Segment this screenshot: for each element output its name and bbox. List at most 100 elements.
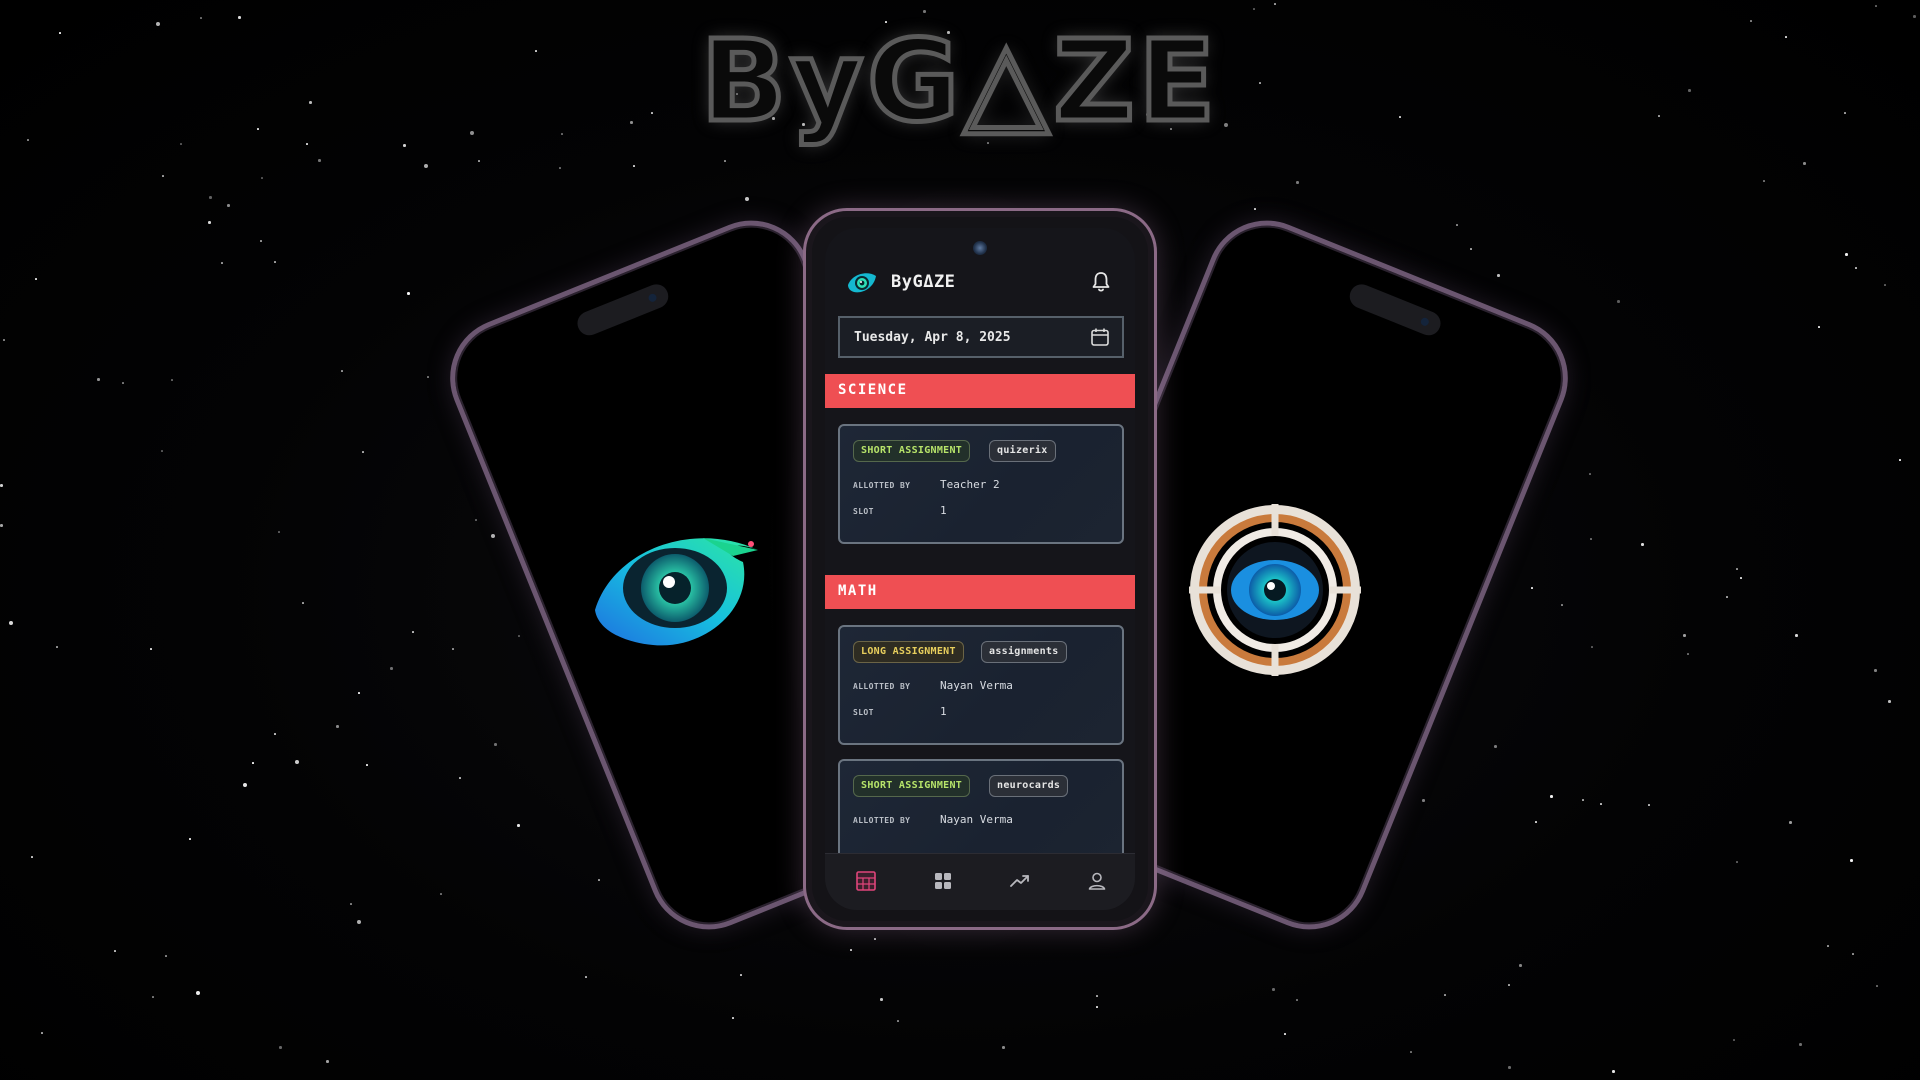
allotted-by-label: ALLOTTED BY xyxy=(853,682,911,691)
star xyxy=(1531,587,1533,589)
star xyxy=(585,976,587,978)
star xyxy=(424,164,428,168)
star xyxy=(261,177,263,179)
star xyxy=(31,856,33,858)
star xyxy=(1850,859,1853,862)
allotted-by-label: ALLOTTED BY xyxy=(853,816,911,825)
date-picker-field[interactable]: Tuesday, Apr 8, 2025 xyxy=(838,316,1124,358)
star xyxy=(274,261,276,263)
assignment-card[interactable]: LONG ASSIGNMENT assignments ALLOTTED BY … xyxy=(838,625,1124,745)
star xyxy=(341,370,343,372)
assignment-type-tag: SHORT ASSIGNMENT xyxy=(853,440,971,462)
star xyxy=(357,920,361,924)
source-tag: assignments xyxy=(981,641,1067,663)
left-phone-notch xyxy=(573,280,672,339)
user-icon xyxy=(1088,872,1106,890)
star xyxy=(97,378,100,381)
star xyxy=(1296,181,1299,184)
star xyxy=(1799,1043,1802,1046)
star xyxy=(208,221,211,224)
star xyxy=(1899,459,1901,461)
star xyxy=(732,1017,734,1019)
star xyxy=(200,17,202,19)
star xyxy=(0,524,3,527)
star xyxy=(1589,473,1591,475)
star xyxy=(1422,799,1425,802)
section-label: SCIENCE xyxy=(838,382,908,398)
star xyxy=(407,292,410,295)
star xyxy=(171,379,173,381)
allotted-by-label: ALLOTTED BY xyxy=(853,481,911,490)
assignment-card[interactable]: SHORT ASSIGNMENT quizerix ALLOTTED BY Te… xyxy=(838,424,1124,544)
bell-icon[interactable] xyxy=(1091,271,1111,293)
star xyxy=(478,160,480,162)
star xyxy=(1274,3,1276,5)
star xyxy=(1736,568,1738,570)
star xyxy=(1726,596,1728,598)
star xyxy=(122,382,124,384)
star xyxy=(238,16,241,19)
phone-screen: ByGΔZE Tuesday, Apr 8, 2025 SCIENCE SHOR… xyxy=(825,228,1135,910)
star xyxy=(518,635,520,637)
star xyxy=(1284,1033,1286,1035)
star xyxy=(559,167,561,169)
star xyxy=(1590,538,1592,540)
star xyxy=(1763,180,1765,182)
star xyxy=(1855,267,1857,269)
star xyxy=(1272,988,1275,991)
slot-value: 1 xyxy=(940,504,947,517)
star xyxy=(252,762,254,764)
star xyxy=(150,648,152,650)
nav-profile[interactable] xyxy=(1084,868,1110,894)
star xyxy=(1456,224,1458,226)
star xyxy=(440,893,442,895)
assignment-type-tag: SHORT ASSIGNMENT xyxy=(853,775,971,797)
bottom-nav xyxy=(825,853,1135,910)
star xyxy=(1683,634,1686,637)
star xyxy=(1789,821,1792,824)
star xyxy=(306,143,308,145)
section-header-science: SCIENCE xyxy=(825,374,1135,408)
calendar-icon[interactable] xyxy=(1090,327,1110,347)
star xyxy=(336,725,339,728)
nav-dashboard[interactable] xyxy=(930,868,956,894)
assignment-type-tag: LONG ASSIGNMENT xyxy=(853,641,964,663)
star xyxy=(1795,634,1798,637)
star xyxy=(740,974,742,976)
star xyxy=(633,165,635,167)
star xyxy=(35,278,37,280)
star xyxy=(243,783,247,787)
star xyxy=(1535,821,1537,823)
star xyxy=(318,159,321,162)
star xyxy=(1002,1046,1005,1049)
nav-analytics[interactable] xyxy=(1007,868,1033,894)
star xyxy=(1096,995,1098,997)
star xyxy=(114,950,116,952)
star xyxy=(1827,945,1829,947)
section-header-math: MATH xyxy=(825,575,1135,609)
star xyxy=(41,1032,43,1034)
star xyxy=(1600,803,1602,805)
star xyxy=(302,602,304,604)
star xyxy=(1470,248,1472,250)
star xyxy=(196,991,200,995)
trending-icon xyxy=(1010,875,1029,887)
star xyxy=(0,484,3,487)
star xyxy=(227,204,230,207)
star xyxy=(1254,208,1256,210)
nav-schedule[interactable] xyxy=(853,868,879,894)
star xyxy=(350,903,352,905)
star xyxy=(517,824,520,827)
slot-label: SLOT xyxy=(853,507,874,516)
star xyxy=(274,733,276,735)
star xyxy=(403,144,406,147)
front-camera xyxy=(973,241,987,255)
allotted-by-value: Nayan Verma xyxy=(940,813,1013,826)
app-logo-icon xyxy=(848,273,876,293)
date-value: Tuesday, Apr 8, 2025 xyxy=(854,330,1011,345)
star xyxy=(1736,861,1738,863)
star xyxy=(362,451,364,453)
center-phone-frame: ByGΔZE Tuesday, Apr 8, 2025 SCIENCE SHOR… xyxy=(803,208,1157,930)
star xyxy=(1296,999,1298,1001)
brand-wordmark: ByG△ZE xyxy=(698,17,1220,147)
